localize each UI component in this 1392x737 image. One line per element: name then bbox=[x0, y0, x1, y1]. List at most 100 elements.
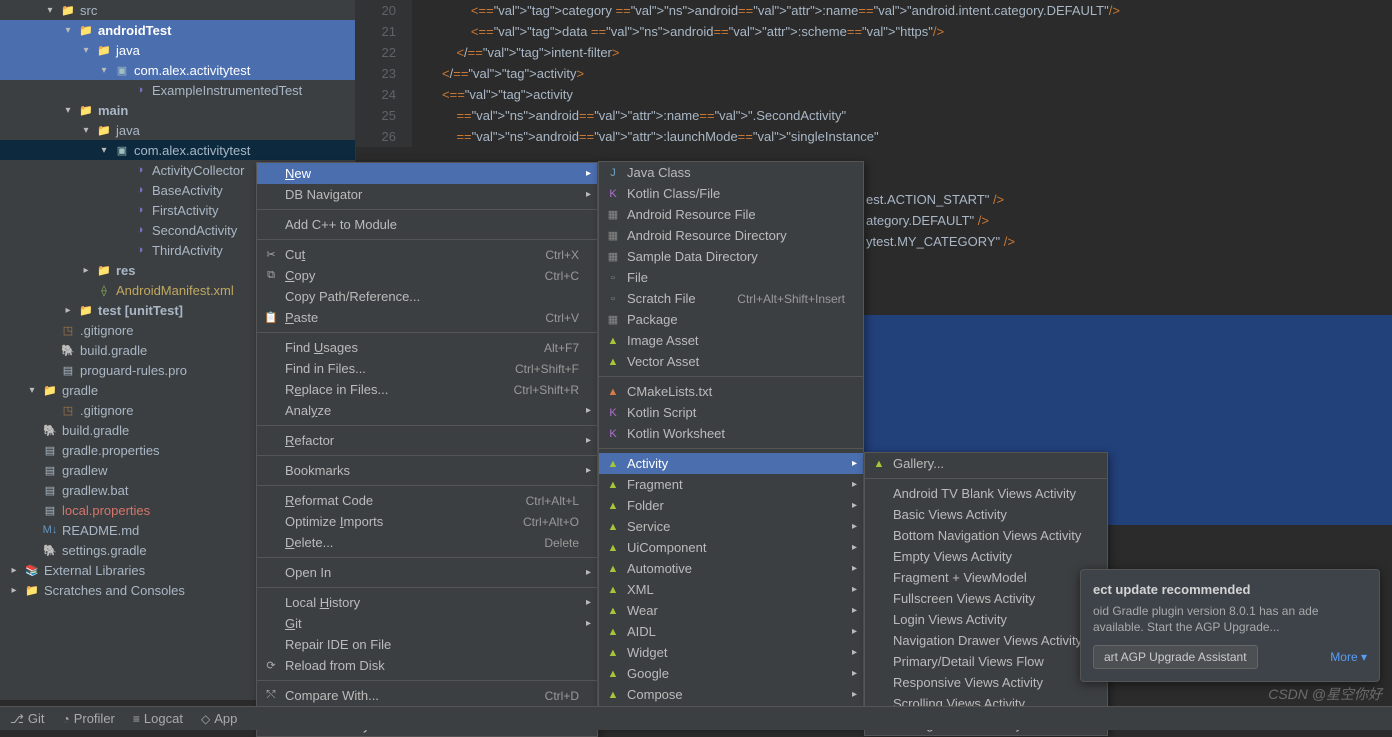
context-menu-item[interactable]: ⤲Compare With...Ctrl+D bbox=[257, 685, 597, 706]
new-submenu-item[interactable]: ▦Android Resource Directory bbox=[599, 225, 863, 246]
chevron-icon[interactable]: ▾ bbox=[80, 45, 92, 56]
new-submenu-item[interactable]: ▲Fragment▸ bbox=[599, 474, 863, 495]
bottom-tool-bar[interactable]: ⎇Git ◔Profiler ≡Logcat ◇App bbox=[0, 706, 1392, 730]
chevron-icon[interactable]: ▸ bbox=[8, 585, 20, 596]
context-menu-item[interactable]: Optimize ImportsCtrl+Alt+O bbox=[257, 511, 597, 532]
new-submenu-item[interactable]: ▲XML▸ bbox=[599, 579, 863, 600]
tree-item[interactable]: ▾▣com.alex.activitytest bbox=[0, 140, 355, 160]
context-menu-item[interactable]: Repair IDE on File bbox=[257, 634, 597, 655]
context-menu-item[interactable]: ⧉CopyCtrl+C bbox=[257, 265, 597, 286]
tree-item-label: build.gradle bbox=[80, 343, 147, 358]
activity-submenu-item[interactable]: ▲Gallery... bbox=[865, 453, 1107, 474]
new-submenu-item[interactable]: ▲Wear▸ bbox=[599, 600, 863, 621]
context-menu-item[interactable]: Git▸ bbox=[257, 613, 597, 634]
tree-item[interactable]: ▾📁java bbox=[0, 120, 355, 140]
context-menu-item[interactable]: Add C++ to Module bbox=[257, 214, 597, 235]
bottom-tab[interactable]: ⎇Git bbox=[10, 711, 44, 726]
activity-submenu-item[interactable]: Login Views Activity bbox=[865, 609, 1107, 630]
bottom-tab[interactable]: ≡Logcat bbox=[133, 711, 183, 726]
chevron-icon[interactable]: ▾ bbox=[98, 65, 110, 76]
activity-submenu-item[interactable]: Primary/Detail Views Flow bbox=[865, 651, 1107, 672]
context-menu[interactable]: New▸DB Navigator▸ Add C++ to Module ✂CutCt… bbox=[256, 162, 598, 737]
context-menu-item[interactable]: ⟳Reload from Disk bbox=[257, 655, 597, 676]
context-menu-item[interactable]: Replace in Files...Ctrl+Shift+R bbox=[257, 379, 597, 400]
tree-item[interactable]: ◑ExampleInstrumentedTest bbox=[0, 80, 355, 100]
new-submenu-item[interactable]: JJava Class bbox=[599, 162, 863, 183]
chevron-icon[interactable]: ▾ bbox=[44, 5, 56, 16]
menu-item-icon: ✂ bbox=[263, 248, 279, 261]
chevron-icon[interactable]: ▾ bbox=[80, 125, 92, 136]
context-menu-item[interactable]: DB Navigator▸ bbox=[257, 184, 597, 205]
new-submenu-item[interactable]: ▫Scratch FileCtrl+Alt+Shift+Insert bbox=[599, 288, 863, 309]
new-submenu-item[interactable]: ▦Android Resource File bbox=[599, 204, 863, 225]
context-menu-item[interactable]: Find UsagesAlt+F7 bbox=[257, 337, 597, 358]
new-submenu[interactable]: JJava ClassKKotlin Class/File▦Android Re… bbox=[598, 161, 864, 727]
context-menu-item[interactable]: Local History▸ bbox=[257, 592, 597, 613]
activity-submenu-item[interactable]: Android TV Blank Views Activity bbox=[865, 483, 1107, 504]
new-submenu-item[interactable]: ▦Sample Data Directory bbox=[599, 246, 863, 267]
chevron-icon[interactable]: ▾ bbox=[98, 145, 110, 156]
editor-code-peek: est.ACTION_START" />ategory.DEFAULT" />y… bbox=[866, 189, 1015, 252]
activity-submenu-item[interactable]: Fragment + ViewModel bbox=[865, 567, 1107, 588]
new-submenu-item[interactable]: ▲Vector Asset bbox=[599, 351, 863, 372]
new-submenu-item[interactable]: ▦Package bbox=[599, 309, 863, 330]
activity-submenu-item[interactable]: Bottom Navigation Views Activity bbox=[865, 525, 1107, 546]
menu-item-icon: ▲ bbox=[605, 563, 621, 575]
tab-icon: ⎇ bbox=[10, 712, 24, 726]
notification-more-link[interactable]: More ▾ bbox=[1330, 650, 1367, 664]
new-submenu-item[interactable]: ▲Activity▸ bbox=[599, 453, 863, 474]
menu-item-icon: K bbox=[605, 428, 621, 440]
new-submenu-item[interactable]: ▲CMakeLists.txt bbox=[599, 381, 863, 402]
agp-upgrade-button[interactable]: art AGP Upgrade Assistant bbox=[1093, 645, 1258, 669]
context-menu-item[interactable]: Open In▸ bbox=[257, 562, 597, 583]
bottom-tab[interactable]: ◇App bbox=[201, 711, 237, 726]
chevron-icon[interactable]: ▸ bbox=[8, 565, 20, 576]
menu-item-label: Fragment bbox=[627, 477, 683, 492]
tree-item[interactable]: ▾📁main bbox=[0, 100, 355, 120]
new-submenu-item[interactable]: ▲UiComponent▸ bbox=[599, 537, 863, 558]
context-menu-item[interactable]: Delete...Delete bbox=[257, 532, 597, 553]
context-menu-item[interactable]: Analyze▸ bbox=[257, 400, 597, 421]
new-submenu-item[interactable]: ▲Widget▸ bbox=[599, 642, 863, 663]
chevron-icon[interactable]: ▾ bbox=[62, 25, 74, 36]
menu-item-label: UiComponent bbox=[627, 540, 707, 555]
notification-popup[interactable]: ect update recommended oid Gradle plugin… bbox=[1080, 569, 1380, 682]
activity-submenu-item[interactable]: Fullscreen Views Activity bbox=[865, 588, 1107, 609]
context-menu-item[interactable]: Reformat CodeCtrl+Alt+L bbox=[257, 490, 597, 511]
activity-submenu-item[interactable]: Navigation Drawer Views Activity bbox=[865, 630, 1107, 651]
new-submenu-item[interactable]: KKotlin Class/File bbox=[599, 183, 863, 204]
bottom-tab[interactable]: ◔Profiler bbox=[62, 711, 114, 726]
context-menu-item[interactable]: Bookmarks▸ bbox=[257, 460, 597, 481]
context-menu-item[interactable]: ✂CutCtrl+X bbox=[257, 244, 597, 265]
new-submenu-item[interactable]: ▲Image Asset bbox=[599, 330, 863, 351]
chevron-icon[interactable]: ▸ bbox=[62, 305, 74, 316]
activity-submenu-item[interactable]: Empty Views Activity bbox=[865, 546, 1107, 567]
tree-item[interactable]: ▾📁src bbox=[0, 0, 355, 20]
activity-submenu-item[interactable]: Responsive Views Activity bbox=[865, 672, 1107, 693]
new-submenu-item[interactable]: KKotlin Worksheet bbox=[599, 423, 863, 444]
new-submenu-item[interactable]: ▲Folder▸ bbox=[599, 495, 863, 516]
tree-item[interactable]: ▾▣com.alex.activitytest bbox=[0, 60, 355, 80]
new-submenu-item[interactable]: ▲Automotive▸ bbox=[599, 558, 863, 579]
context-menu-item[interactable]: Copy Path/Reference... bbox=[257, 286, 597, 307]
chevron-icon[interactable]: ▾ bbox=[62, 105, 74, 116]
new-submenu-item[interactable]: ▫File bbox=[599, 267, 863, 288]
new-submenu-item[interactable]: ▲Compose▸ bbox=[599, 684, 863, 705]
chevron-icon[interactable]: ▸ bbox=[80, 265, 92, 276]
tree-item[interactable]: ▾📁java bbox=[0, 40, 355, 60]
prop-icon: ▤ bbox=[42, 462, 58, 478]
chevron-icon[interactable]: ▾ bbox=[26, 385, 38, 396]
new-submenu-item[interactable]: KKotlin Script bbox=[599, 402, 863, 423]
new-submenu-item[interactable]: ▲Google▸ bbox=[599, 663, 863, 684]
activity-submenu-item[interactable]: Basic Views Activity bbox=[865, 504, 1107, 525]
context-menu-item[interactable]: Find in Files...Ctrl+Shift+F bbox=[257, 358, 597, 379]
new-submenu-item[interactable]: ▲AIDL▸ bbox=[599, 621, 863, 642]
context-menu-item[interactable]: New▸ bbox=[257, 163, 597, 184]
context-menu-item[interactable]: Refactor▸ bbox=[257, 430, 597, 451]
activity-submenu[interactable]: ▲Gallery... Android TV Blank Views Activi… bbox=[864, 452, 1108, 736]
tree-item[interactable]: ▾📁androidTest bbox=[0, 20, 355, 40]
editor-code[interactable]: <=="val">"tag">category =="val">"ns">and… bbox=[442, 0, 1120, 147]
context-menu-item[interactable]: 📋PasteCtrl+V bbox=[257, 307, 597, 328]
new-submenu-item[interactable]: ▲Service▸ bbox=[599, 516, 863, 537]
pkg-icon: ▣ bbox=[114, 62, 130, 78]
